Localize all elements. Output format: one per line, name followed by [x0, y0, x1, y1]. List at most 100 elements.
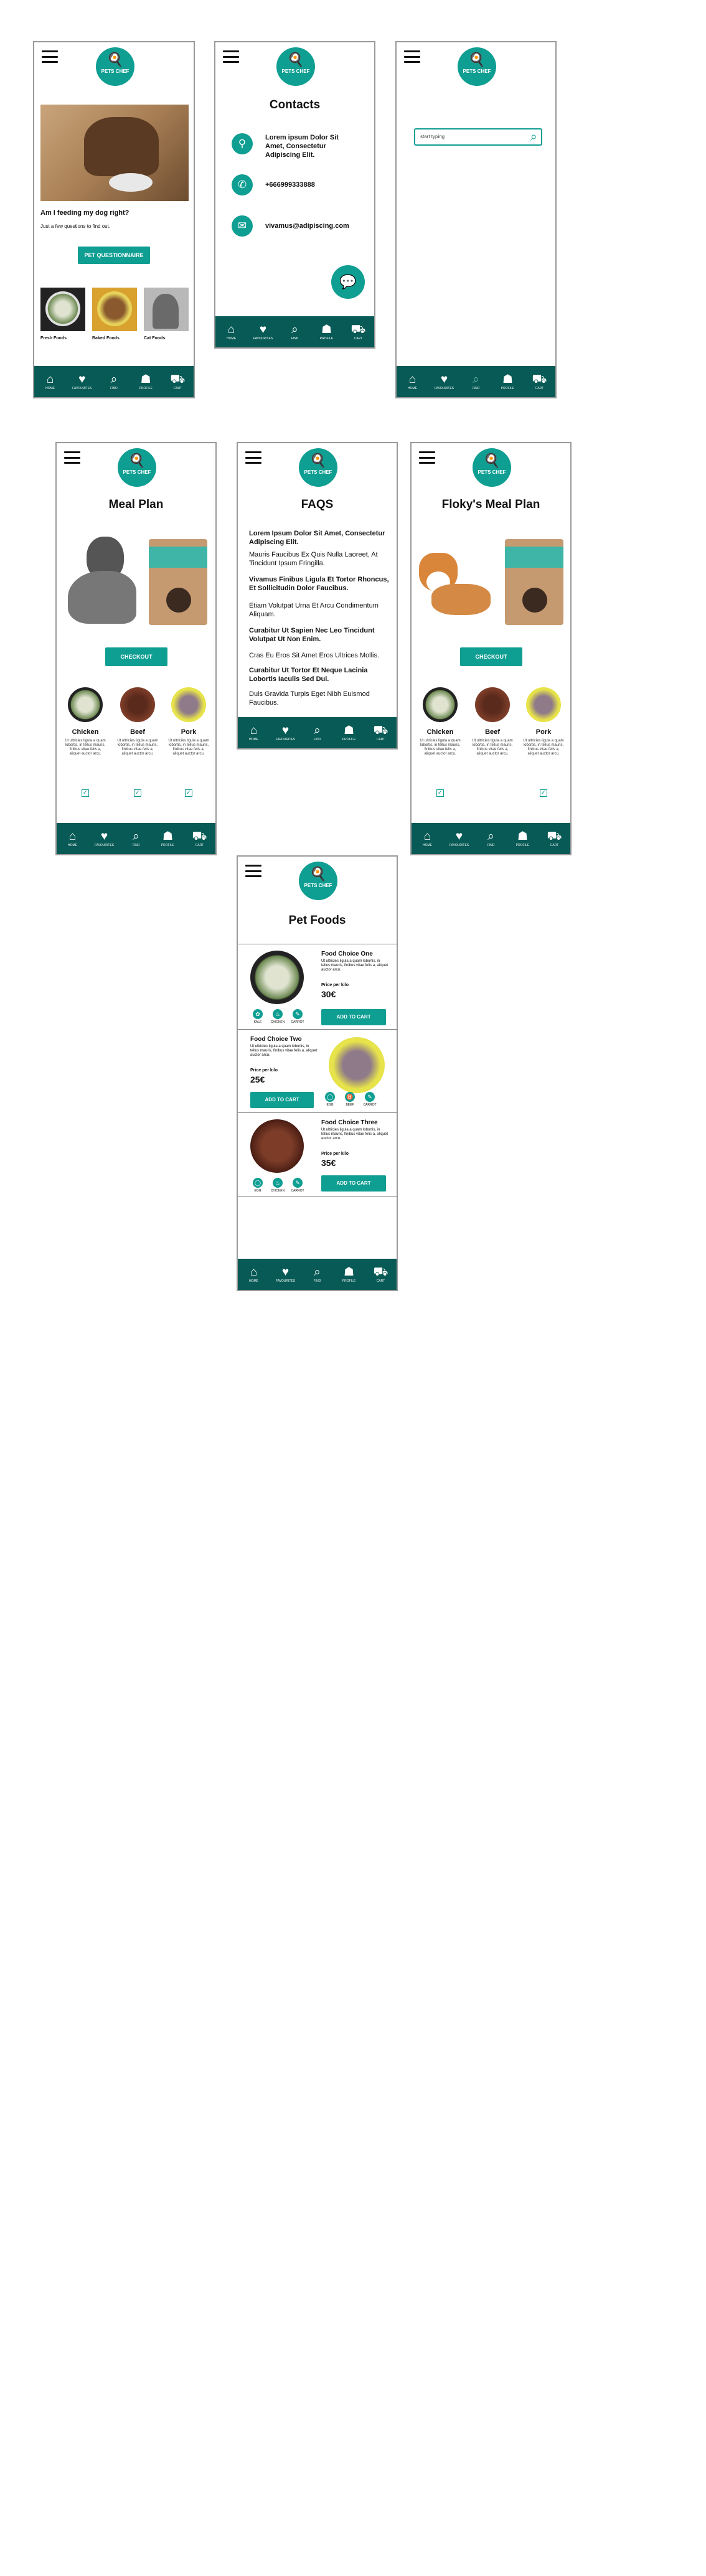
nav-cart[interactable]: ⛟ CART: [542, 830, 567, 847]
page-title: Meal Plan: [108, 498, 164, 511]
food-name: Chicken: [72, 728, 99, 736]
menu-icon[interactable]: [419, 451, 435, 464]
select-checkbox[interactable]: ✓: [540, 789, 547, 797]
add-to-cart-button[interactable]: ADD TO CART: [250, 1092, 314, 1108]
home-icon: ⌂: [408, 373, 417, 386]
select-checkbox[interactable]: ✓: [436, 789, 444, 797]
nav-cart[interactable]: ⛟ CART: [187, 830, 212, 847]
price-value: 30€: [321, 989, 336, 999]
add-to-cart-button[interactable]: ADD TO CART: [321, 1009, 386, 1025]
home-icon: ⌂: [68, 830, 77, 843]
category-cat[interactable]: [144, 288, 189, 331]
pet-questionnaire-button[interactable]: PET QUESTIONNAIRE: [78, 247, 150, 264]
nav-home[interactable]: ⌂ HOME: [415, 830, 440, 847]
food-card-desc: Ut ultricies ligula a quam lobortis, in …: [321, 1128, 388, 1140]
nav-profile[interactable]: ☗ PROFILE: [156, 830, 181, 847]
nav-profile[interactable]: ☗ PROFILE: [337, 1266, 362, 1283]
logo[interactable]: 🍳 PETS CHEF: [473, 448, 511, 487]
food-one-image[interactable]: [250, 951, 304, 1004]
nav-favourites[interactable]: ♥ FAVOURITES: [273, 724, 298, 741]
checkout-button[interactable]: CHECKOUT: [460, 647, 522, 666]
carrot-icon: ✎: [293, 1009, 303, 1019]
food-three-image[interactable]: [250, 1119, 304, 1173]
nav-cart[interactable]: ⛟ CART: [369, 1266, 393, 1283]
beef-bowl-image[interactable]: [120, 687, 155, 722]
logo[interactable]: 🍳 PETS CHEF: [96, 47, 134, 86]
nav-find[interactable]: ⌕ FIND: [305, 724, 330, 741]
search-input[interactable]: start typing ⌕: [414, 128, 542, 146]
nav-find[interactable]: ⌕ FIND: [464, 373, 489, 390]
contact-phone[interactable]: +666999333888: [265, 181, 315, 189]
nav-favourites[interactable]: ♥ FAVOURITES: [70, 373, 95, 390]
add-to-cart-button[interactable]: ADD TO CART: [321, 1175, 386, 1192]
logo[interactable]: 🍳 PETS CHEF: [299, 448, 337, 487]
select-checkbox[interactable]: ✓: [185, 789, 192, 797]
nav-favourites[interactable]: ♥ FAVOURITES: [273, 1266, 298, 1283]
pork-bowl-image[interactable]: [526, 687, 561, 722]
nav-cart[interactable]: ⛟ CART: [346, 323, 371, 341]
heart-icon: ♥: [440, 373, 448, 386]
category-baked[interactable]: [92, 288, 137, 331]
faq-question[interactable]: Lorem Ipsum Dolor Sit Amet, Consectetur …: [249, 529, 389, 547]
nav-profile[interactable]: ☗ PROFILE: [337, 724, 362, 741]
menu-icon[interactable]: [42, 50, 58, 63]
nav-cart[interactable]: ⛟ CART: [165, 373, 190, 390]
nav-cart[interactable]: ⛟ CART: [527, 373, 552, 390]
nav-home[interactable]: ⌂ HOME: [38, 373, 63, 390]
nav-find[interactable]: ⌕ FIND: [283, 323, 308, 341]
category-fresh[interactable]: [40, 288, 85, 331]
faq-question[interactable]: Curabitur Ut Sapien Nec Leo Tincidunt Vo…: [249, 626, 389, 644]
logo[interactable]: 🍳 PETS CHEF: [458, 47, 496, 86]
menu-icon[interactable]: [404, 50, 420, 63]
menu-icon[interactable]: [245, 451, 261, 464]
nav-find[interactable]: ⌕ FIND: [305, 1266, 330, 1283]
home-icon: ⌂: [423, 830, 431, 843]
faq-question[interactable]: Vivamus Finibus Ligula Et Tortor Rhoncus…: [249, 575, 389, 593]
menu-icon[interactable]: [64, 451, 80, 464]
select-checkbox[interactable]: ✓: [134, 789, 141, 797]
faq-question[interactable]: Curabitur Ut Tortor Et Neque Lacinia Lob…: [249, 666, 389, 684]
contact-address: Lorem ipsum Dolor Sit Amet, Consectetur …: [265, 134, 339, 159]
chicken-bowl-image[interactable]: [68, 687, 103, 722]
nav-profile[interactable]: ☗ PROFILE: [133, 373, 158, 390]
nav-home[interactable]: ⌂ HOME: [219, 323, 244, 341]
pet-foods-screen: 🍳 PETS CHEF Pet Foods Food Choice One Ut …: [237, 855, 398, 1291]
nav-home[interactable]: ⌂ HOME: [242, 724, 266, 741]
nav-favourites[interactable]: ♥ FAVOURITES: [447, 830, 472, 847]
food-bag-image: [505, 539, 563, 625]
cart-icon: ⛟: [547, 830, 562, 843]
food-two-image[interactable]: [329, 1037, 385, 1093]
nav-find[interactable]: ⌕ FIND: [124, 830, 149, 847]
menu-icon[interactable]: [223, 50, 239, 63]
nav-profile[interactable]: ☗ PROFILE: [314, 323, 339, 341]
search-icon: ⌕: [314, 1266, 321, 1279]
logo[interactable]: 🍳 PETS CHEF: [299, 862, 337, 900]
nav-profile[interactable]: ☗ PROFILE: [496, 373, 520, 390]
nav-cart[interactable]: ⛟ CART: [369, 724, 393, 741]
nav-favourites[interactable]: ♥ FAVOURITES: [251, 323, 276, 341]
search-input-text: start typing: [420, 134, 445, 139]
nav-favourites[interactable]: ♥ FAVOURITES: [432, 373, 457, 390]
nav-home[interactable]: ⌂ HOME: [242, 1266, 266, 1283]
logo[interactable]: 🍳 PETS CHEF: [276, 47, 315, 86]
nav-home[interactable]: ⌂ HOME: [400, 373, 425, 390]
select-checkbox[interactable]: ✓: [82, 789, 89, 797]
nav-find[interactable]: ⌕ FIND: [479, 830, 504, 847]
search-icon: ⌕: [314, 724, 321, 737]
home-icon: ⌂: [250, 1266, 258, 1279]
nav-favourites[interactable]: ♥ FAVOURITES: [92, 830, 117, 847]
contact-email[interactable]: vivamus@adipiscing.com: [265, 222, 349, 230]
search-icon[interactable]: ⌕: [530, 129, 537, 144]
logo[interactable]: 🍳 PETS CHEF: [118, 448, 156, 487]
beef-bowl-image[interactable]: [475, 687, 510, 722]
nav-find[interactable]: ⌕ FIND: [101, 373, 126, 390]
ingredient-carrot: ✎ CARROT: [362, 1092, 377, 1107]
menu-icon[interactable]: [245, 865, 261, 877]
checkout-button[interactable]: CHECKOUT: [105, 647, 167, 666]
nav-profile[interactable]: ☗ PROFILE: [511, 830, 535, 847]
chicken-bowl-image[interactable]: [423, 687, 458, 722]
chat-button[interactable]: 💬: [331, 265, 365, 299]
nav-home[interactable]: ⌂ HOME: [60, 830, 85, 847]
heart-icon: ♥: [281, 1266, 289, 1279]
pork-bowl-image[interactable]: [171, 687, 206, 722]
